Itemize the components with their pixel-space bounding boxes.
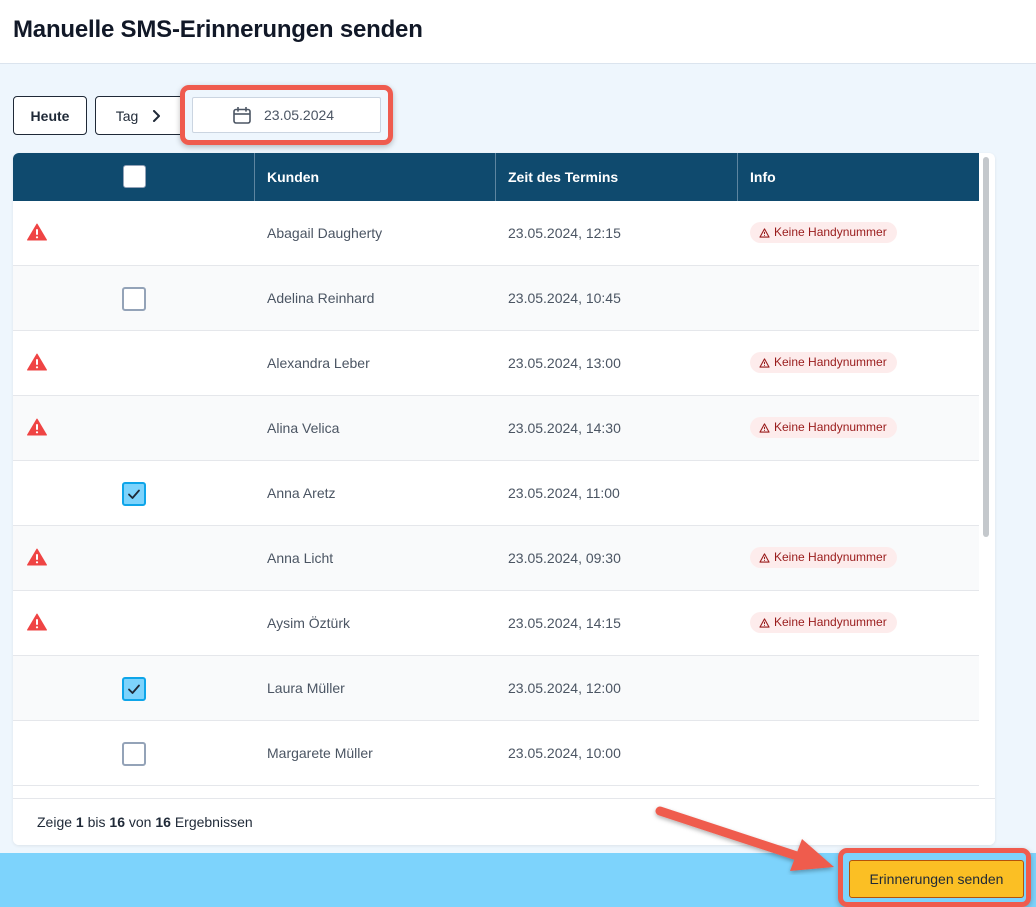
table-row[interactable]: Anna Aretz 23.05.2024, 11:00	[13, 461, 979, 526]
table-body: Abagail Daugherty 23.05.2024, 12:15 Keine …	[13, 201, 979, 798]
customer-name: Anna Aretz	[267, 485, 336, 501]
calendar-icon	[233, 107, 251, 124]
appointments-table-card: Kunden Zeit des Termins Info Abagail Dau…	[13, 153, 995, 845]
pagination-to-word: bis	[87, 814, 106, 830]
column-header-zeit[interactable]: Zeit des Termins	[508, 153, 618, 201]
view-mode-button[interactable]: Tag	[95, 96, 181, 135]
appointment-time: 23.05.2024, 11:00	[508, 485, 620, 501]
table-row[interactable]: Alexandra Leber 23.05.2024, 13:00 Keine Ha…	[13, 331, 979, 396]
column-separator	[737, 153, 738, 201]
alert-triangle-icon	[759, 357, 770, 368]
vertical-scrollbar[interactable]	[983, 157, 989, 537]
customer-name: Aysim Öztürk	[267, 615, 350, 631]
warning-icon	[27, 353, 47, 371]
info-badge-label: Keine Handynummer	[774, 225, 887, 239]
pagination-prefix: Zeige	[37, 814, 73, 830]
arrow-annotation-icon	[655, 806, 834, 871]
info-badge: Keine Handynummer	[750, 352, 897, 373]
column-header-kunden[interactable]: Kunden	[267, 153, 319, 201]
appointment-time: 23.05.2024, 12:15	[508, 225, 621, 241]
view-mode-label: Tag	[115, 107, 139, 124]
appointment-time: 23.05.2024, 12:00	[508, 680, 621, 696]
alert-triangle-icon	[759, 227, 770, 238]
customer-name: Abagail Daugherty	[267, 225, 383, 241]
date-value: 23.05.2024	[264, 107, 335, 123]
info-badge-label: Keine Handynummer	[774, 355, 887, 369]
customer-name: Anna Licht	[267, 550, 334, 566]
table-row[interactable]: Abagail Daugherty 23.05.2024, 12:15 Keine …	[13, 201, 979, 266]
alert-triangle-icon	[759, 422, 770, 433]
pagination-info: Zeige 1 bis 16 von 16 Ergebnissen	[37, 814, 253, 830]
row-checkbox[interactable]	[122, 482, 146, 506]
row-checkbox[interactable]	[122, 287, 146, 311]
today-button[interactable]: Heute	[13, 96, 87, 135]
appointment-time: 23.05.2024, 10:00	[508, 745, 621, 761]
info-badge-label: Keine Handynummer	[774, 550, 887, 564]
date-picker-input[interactable]: 23.05.2024	[192, 97, 381, 133]
pagination-to: 16	[109, 814, 125, 830]
customer-name: Adelina Reinhard	[267, 290, 375, 306]
appointment-time: 23.05.2024, 14:15	[508, 615, 621, 631]
customer-name: Alina Velica	[267, 420, 340, 436]
info-badge-label: Keine Handynummer	[774, 420, 887, 434]
info-badge: Keine Handynummer	[750, 222, 897, 243]
row-checkbox[interactable]	[122, 677, 146, 701]
info-badge: Keine Handynummer	[750, 417, 897, 438]
table-row[interactable]: Alina Velica 23.05.2024, 14:30 Keine Handy…	[13, 396, 979, 461]
pagination-of-word: von	[128, 814, 152, 830]
customer-name: Alexandra Leber	[267, 355, 370, 371]
warning-icon	[27, 418, 47, 436]
chevron-right-icon	[153, 109, 161, 122]
info-badge-label: Keine Handynummer	[774, 615, 887, 629]
appointment-time: 23.05.2024, 13:00	[508, 355, 621, 371]
send-reminders-button[interactable]: Erinnerungen senden	[849, 860, 1024, 898]
table-row[interactable]: Aysim Öztürk 23.05.2024, 14:15 Keine Handy…	[13, 591, 979, 656]
table-footer: Zeige 1 bis 16 von 16 Ergebnissen	[13, 798, 995, 845]
table-row[interactable]: Margarete Müller 23.05.2024, 10:00	[13, 721, 979, 786]
appointment-time: 23.05.2024, 14:30	[508, 420, 621, 436]
row-checkbox[interactable]	[122, 742, 146, 766]
column-separator	[254, 153, 255, 201]
info-badge: Keine Handynummer	[750, 547, 897, 568]
warning-icon	[27, 223, 47, 241]
warning-icon	[27, 548, 47, 566]
customer-name: Laura Müller	[267, 680, 345, 696]
table-header: Kunden Zeit des Termins Info	[13, 153, 979, 201]
pagination-suffix: Ergebnissen	[174, 814, 253, 830]
pagination-total: 16	[155, 814, 171, 830]
warning-icon	[27, 613, 47, 631]
table-row[interactable]: Laura Müller 23.05.2024, 12:00	[13, 656, 979, 721]
customer-name: Margarete Müller	[267, 745, 373, 761]
alert-triangle-icon	[759, 552, 770, 563]
page-title: Manuelle SMS-Erinnerungen senden	[13, 16, 423, 43]
info-badge: Keine Handynummer	[750, 612, 897, 633]
pagination-from: 1	[75, 814, 84, 830]
select-all-checkbox[interactable]	[123, 165, 146, 188]
appointment-time: 23.05.2024, 09:30	[508, 550, 621, 566]
alert-triangle-icon	[759, 617, 770, 628]
table-row[interactable]: Adelina Reinhard 23.05.2024, 10:45	[13, 266, 979, 331]
table-row[interactable]: Anna Licht 23.05.2024, 09:30 Keine Handynu…	[13, 526, 979, 591]
appointment-time: 23.05.2024, 10:45	[508, 290, 621, 306]
column-separator	[495, 153, 496, 201]
page-header: Manuelle SMS-Erinnerungen senden	[0, 0, 1036, 64]
column-header-info: Info	[750, 169, 776, 185]
